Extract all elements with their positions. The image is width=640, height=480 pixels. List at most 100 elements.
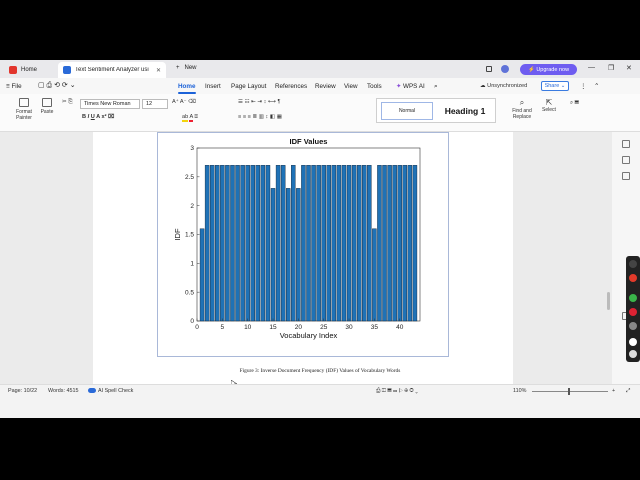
clipboard-icon: [42, 98, 52, 107]
pane-icon-2[interactable]: [622, 156, 630, 164]
pen-icon[interactable]: [629, 294, 637, 302]
zoom-in-icon[interactable]: +: [612, 388, 615, 394]
tab-page-layout[interactable]: Page Layout: [231, 83, 266, 90]
text-format-icons[interactable]: B I U A x² ⌧: [82, 114, 114, 120]
chart-bar: [306, 165, 311, 322]
extra-ribbon-icons[interactable]: ⌕ ▤: [570, 100, 579, 107]
share-button[interactable]: Share ⌄: [541, 81, 569, 91]
screen-icon[interactable]: [629, 338, 637, 346]
pane-icon-1[interactable]: [622, 140, 630, 148]
chart-bar: [382, 165, 387, 322]
paste-label: Paste: [40, 109, 54, 115]
close-tab-icon[interactable]: ✕: [156, 67, 161, 74]
window-layout-icon[interactable]: [486, 66, 492, 72]
fullscreen-icon[interactable]: ⤢: [626, 388, 630, 395]
font-name-select[interactable]: Times New Roman: [80, 99, 140, 109]
chart-title: IDF Values: [290, 137, 328, 146]
style-heading-1[interactable]: Heading 1: [439, 102, 491, 120]
alignment-icons[interactable]: ≡ ≡ ≡ ≣ ▥ ↕ ◧ ▦: [238, 114, 282, 120]
tab-insert[interactable]: Insert: [205, 83, 221, 90]
upgrade-label: Upgrade now: [536, 66, 570, 73]
collapse-ribbon-icon[interactable]: ⌃: [594, 83, 599, 90]
zoom-slider[interactable]: [532, 391, 608, 392]
tab-wps-ai[interactable]: ✦ WPS AI: [396, 83, 425, 90]
tab-view[interactable]: View: [344, 83, 358, 90]
brush-icon: [19, 98, 29, 107]
x-tick-label: 30: [345, 324, 353, 331]
chart-bar: [260, 165, 266, 322]
x-tick-label: 10: [244, 324, 252, 331]
tab-references[interactable]: References: [275, 83, 307, 90]
floating-recorder-bar: [626, 256, 640, 362]
chart-bar: [285, 188, 291, 322]
chart-figure[interactable]: 0 5 10 15 20 25 30 35 40 0 0.5 1 1.5 2 2.5 3 IDF Values V…: [157, 132, 449, 357]
list-indent-icons[interactable]: ☰ ☷ ⇤ ⇥ ↕ ⟷ ¶: [238, 99, 281, 105]
chart-bar: [311, 165, 316, 322]
new-tab-button[interactable]: + New: [176, 65, 197, 71]
erase-icon[interactable]: [629, 308, 637, 316]
view-mode-icons[interactable]: ⎙ ◫ ▤ ▭ ▷ ⊕ ◎ ⌄: [376, 388, 418, 395]
paste-button[interactable]: Paste: [38, 98, 56, 115]
y-tick-label: 0: [190, 318, 194, 325]
more-options-icon[interactable]: ⋮: [580, 83, 586, 90]
pane-icon-3[interactable]: [622, 172, 630, 180]
chart-bar: [367, 165, 372, 322]
record-icon[interactable]: [629, 274, 637, 282]
sync-status[interactable]: ☁ Unsynchronized: [480, 83, 527, 89]
find-icon: ⌕: [519, 98, 525, 107]
close-icon[interactable]: ✕: [626, 64, 632, 72]
chart-bar: [412, 165, 418, 322]
restore-icon[interactable]: ❐: [608, 64, 614, 72]
chart-bar: [356, 165, 362, 322]
chart-bar: [397, 165, 402, 322]
chart-bar: [215, 165, 220, 322]
chart-bar: [326, 165, 331, 322]
find-replace-button[interactable]: ⌕ Find and Replace: [508, 98, 536, 120]
highlight-color-icons[interactable]: ab A ⌸: [182, 114, 198, 122]
style-normal[interactable]: Normal: [381, 102, 433, 120]
font-size-select[interactable]: 12: [142, 99, 168, 109]
zoom-slider-knob[interactable]: [568, 388, 570, 395]
x-tick-label: 15: [269, 324, 277, 331]
page-count[interactable]: Page: 10/22: [8, 388, 37, 394]
pause-icon[interactable]: [629, 322, 637, 330]
cut-copy-icons[interactable]: ✂ ⎘: [62, 99, 73, 106]
y-tick-label: 2.5: [185, 174, 194, 181]
tab-home-menu[interactable]: Home: [178, 83, 196, 90]
font-grow-shrink-icons[interactable]: A⁺ A⁻ ⌫: [172, 99, 196, 105]
y-tick-label: 0.5: [185, 289, 194, 296]
tab-home-label: Home: [21, 67, 38, 73]
quick-access-icons[interactable]: ▢ ⎙ ⟲ ⟳ ⌄: [38, 81, 76, 90]
zoom-level[interactable]: 110%: [513, 388, 526, 394]
chart-bar: [351, 165, 357, 322]
chart-bar: [230, 165, 235, 322]
chart-bar: [280, 165, 286, 322]
x-tick-label: 0: [195, 324, 199, 331]
find-replace-label: Find and Replace: [512, 108, 532, 120]
status-bar: Page: 10/22 Words: 4515 AI Spell Check ⎙…: [0, 384, 640, 396]
format-painter-label: Format Painter: [16, 109, 32, 121]
lightning-icon: ⚡: [527, 66, 535, 73]
select-button[interactable]: ⇱ Select: [538, 98, 560, 113]
camera-icon[interactable]: [629, 260, 637, 268]
avatar[interactable]: [501, 65, 509, 73]
chart-bar: [377, 165, 382, 322]
upgrade-button[interactable]: ⚡ Upgrade now: [520, 64, 577, 75]
tab-tools[interactable]: Tools: [367, 83, 382, 90]
x-tick-label: 5: [221, 324, 225, 331]
format-painter-button[interactable]: Format Painter: [14, 98, 34, 121]
chart-bar: [265, 165, 271, 322]
minimize-icon[interactable]: —: [588, 64, 595, 71]
y-axis-label: IDF: [173, 228, 182, 241]
ai-spell-check-toggle[interactable]: AI Spell Check: [88, 388, 133, 394]
sync-status-label: Unsynchronized: [487, 83, 528, 89]
tab-document[interactable]: Text Sentiment Analyzer usi ✕: [58, 62, 166, 78]
tab-review[interactable]: Review: [315, 83, 336, 90]
tab-home[interactable]: Home: [4, 62, 56, 78]
search-icon[interactable]: ⌕: [434, 83, 438, 91]
settings-gear-icon[interactable]: [629, 350, 637, 358]
word-count[interactable]: Words: 4515: [48, 388, 78, 394]
chart-bar: [255, 165, 261, 322]
vertical-scrollbar[interactable]: [607, 292, 610, 310]
file-menu[interactable]: ≡ File: [6, 83, 22, 90]
